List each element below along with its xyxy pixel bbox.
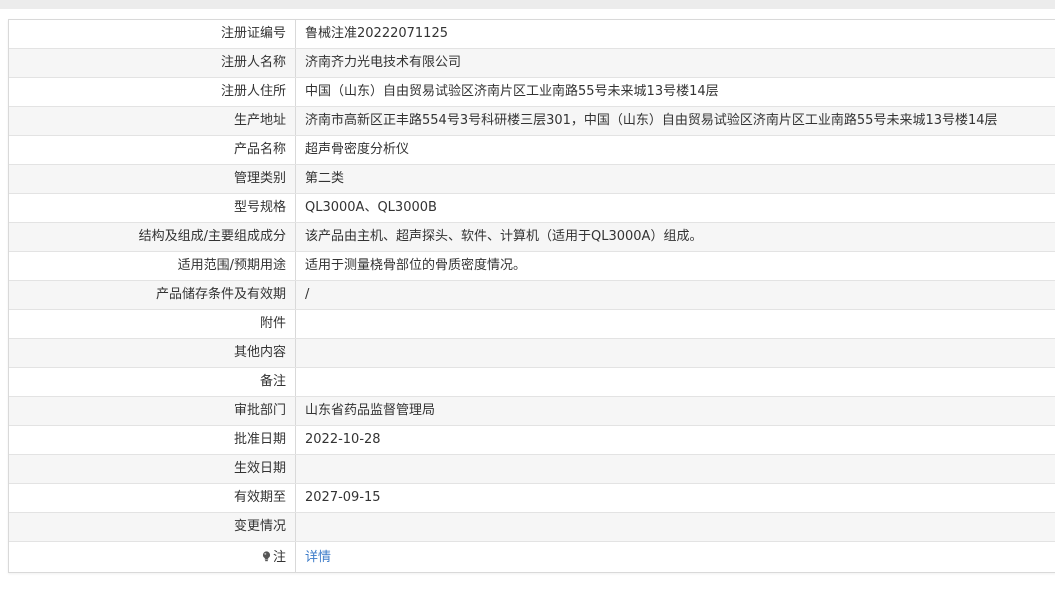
details-link[interactable]: 详情 xyxy=(305,550,331,565)
table-row: 附件 xyxy=(9,310,1055,339)
row-label: 产品名称 xyxy=(9,136,296,164)
table-row: 型号规格 QL3000A、QL3000B xyxy=(9,194,1055,223)
page: 注册证编号 鲁械注准20222071125 注册人名称 济南齐力光电技术有限公司… xyxy=(0,9,1055,602)
row-label: 批准日期 xyxy=(9,426,296,454)
note-value: 详情 xyxy=(296,542,1055,572)
row-label: 有效期至 xyxy=(9,484,296,512)
row-value: 济南齐力光电技术有限公司 xyxy=(305,55,462,70)
registration-detail-table: 注册证编号 鲁械注准20222071125 注册人名称 济南齐力光电技术有限公司… xyxy=(8,19,1055,573)
table-row: 注册人住所 中国（山东）自由贸易试验区济南片区工业南路55号未来城13号楼14层 xyxy=(9,78,1055,107)
row-label: 结构及组成/主要组成成分 xyxy=(9,223,296,251)
row-value xyxy=(296,368,1055,396)
row-value: 2022-10-28 xyxy=(305,432,381,447)
table-row: 批准日期 2022-10-28 xyxy=(9,426,1055,455)
row-value: 山东省药品监督管理局 xyxy=(305,403,436,418)
row-value: QL3000A、QL3000B xyxy=(305,200,437,215)
row-value: / xyxy=(305,287,310,302)
table-row: 备注 xyxy=(9,368,1055,397)
table-row: 有效期至 2027-09-15 xyxy=(9,484,1055,513)
table-row: 其他内容 xyxy=(9,339,1055,368)
row-value: 2027-09-15 xyxy=(305,490,381,505)
row-label: 型号规格 xyxy=(9,194,296,222)
row-value: 适用于测量桡骨部位的骨质密度情况。 xyxy=(305,258,527,273)
lightbulb-icon xyxy=(262,551,271,562)
table-row: 产品名称 超声骨密度分析仪 xyxy=(9,136,1055,165)
row-value xyxy=(296,310,1055,338)
row-value xyxy=(296,339,1055,367)
note-label: 注 xyxy=(272,550,286,565)
row-value: 第二类 xyxy=(305,171,345,186)
row-value: 超声骨密度分析仪 xyxy=(305,142,410,157)
table-row: 管理类别 第二类 xyxy=(9,165,1055,194)
table-row: 生效日期 xyxy=(9,455,1055,484)
table-row: 注册人名称 济南齐力光电技术有限公司 xyxy=(9,49,1055,78)
row-label: 注册人住所 xyxy=(9,78,296,106)
row-value: 济南市高新区正丰路554号3号科研楼三层301，中国（山东）自由贸易试验区济南片… xyxy=(305,113,998,128)
table-row: 生产地址 济南市高新区正丰路554号3号科研楼三层301，中国（山东）自由贸易试… xyxy=(9,107,1055,136)
row-value: 中国（山东）自由贸易试验区济南片区工业南路55号未来城13号楼14层 xyxy=(305,84,719,99)
row-label: 产品储存条件及有效期 xyxy=(9,281,296,309)
row-label: 生效日期 xyxy=(9,455,296,483)
table-row: 审批部门 山东省药品监督管理局 xyxy=(9,397,1055,426)
row-label: 审批部门 xyxy=(9,397,296,425)
row-label: 备注 xyxy=(9,368,296,396)
row-label: 适用范围/预期用途 xyxy=(9,252,296,280)
note-row: 注 详情 xyxy=(9,542,1055,572)
row-value: 该产品由主机、超声探头、软件、计算机（适用于QL3000A）组成。 xyxy=(305,229,703,244)
row-value xyxy=(296,455,1055,483)
row-label: 变更情况 xyxy=(9,513,296,541)
row-label: 注册证编号 xyxy=(9,20,296,48)
table-row: 注册证编号 鲁械注准20222071125 xyxy=(9,20,1055,49)
table-row: 变更情况 xyxy=(9,513,1055,542)
row-label: 附件 xyxy=(9,310,296,338)
row-label: 注册人名称 xyxy=(9,49,296,77)
row-label: 生产地址 xyxy=(9,107,296,135)
table-row: 适用范围/预期用途 适用于测量桡骨部位的骨质密度情况。 xyxy=(9,252,1055,281)
row-label: 其他内容 xyxy=(9,339,296,367)
row-value: 鲁械注准20222071125 xyxy=(305,26,448,41)
row-label: 管理类别 xyxy=(9,165,296,193)
row-value xyxy=(296,513,1055,541)
table-row: 结构及组成/主要组成成分 该产品由主机、超声探头、软件、计算机（适用于QL300… xyxy=(9,223,1055,252)
note-label-cell: 注 xyxy=(9,542,296,572)
table-row: 产品储存条件及有效期 / xyxy=(9,281,1055,310)
